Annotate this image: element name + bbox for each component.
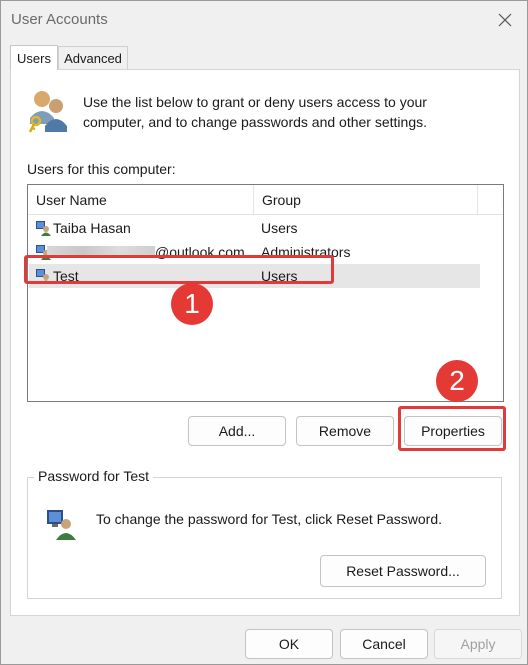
window-title: User Accounts: [11, 11, 108, 28]
remove-button[interactable]: Remove: [296, 416, 394, 446]
column-group[interactable]: Group: [254, 185, 478, 214]
password-group-legend: Password for Test: [34, 468, 154, 484]
add-button[interactable]: Add...: [188, 416, 286, 446]
close-button[interactable]: [491, 7, 519, 33]
reset-password-button[interactable]: Reset Password...: [320, 555, 486, 587]
password-instruction-text: To change the password for Test, click R…: [96, 511, 443, 527]
list-header: User Name Group: [28, 185, 503, 215]
cancel-button[interactable]: Cancel: [340, 629, 428, 659]
users-keys-icon: [28, 91, 67, 133]
user-password-icon: [47, 510, 76, 540]
step-badge-1: 1: [171, 283, 213, 325]
password-groupbox: Password for Test To change the password…: [27, 468, 502, 599]
user-name-cell: Taiba Hasan: [53, 220, 131, 236]
highlight-box-properties: [398, 406, 506, 451]
step-badge-2: 2: [436, 360, 478, 402]
list-item-taiba-hasan[interactable]: Taiba Hasan Users: [29, 216, 480, 240]
ok-button[interactable]: OK: [245, 629, 333, 659]
user-accounts-window: User Accounts Users Advanced Use the lis…: [0, 0, 528, 665]
users-list[interactable]: User Name Group Taiba Hasan Users @outlo…: [27, 184, 504, 402]
column-user-name[interactable]: User Name: [28, 185, 254, 214]
highlight-box-test-row: [24, 255, 334, 284]
tab-users[interactable]: Users: [10, 45, 58, 70]
title-bar: User Accounts: [1, 1, 527, 39]
close-icon: [498, 13, 512, 27]
user-icon: [36, 221, 51, 236]
apply-button: Apply: [434, 629, 522, 659]
users-list-label: Users for this computer:: [27, 161, 176, 177]
group-cell: Users: [261, 220, 298, 236]
intro-text: Use the list below to grant or deny user…: [83, 94, 427, 130]
users-tab-panel: Use the list below to grant or deny user…: [10, 69, 520, 616]
tab-advanced[interactable]: Advanced: [58, 46, 128, 69]
